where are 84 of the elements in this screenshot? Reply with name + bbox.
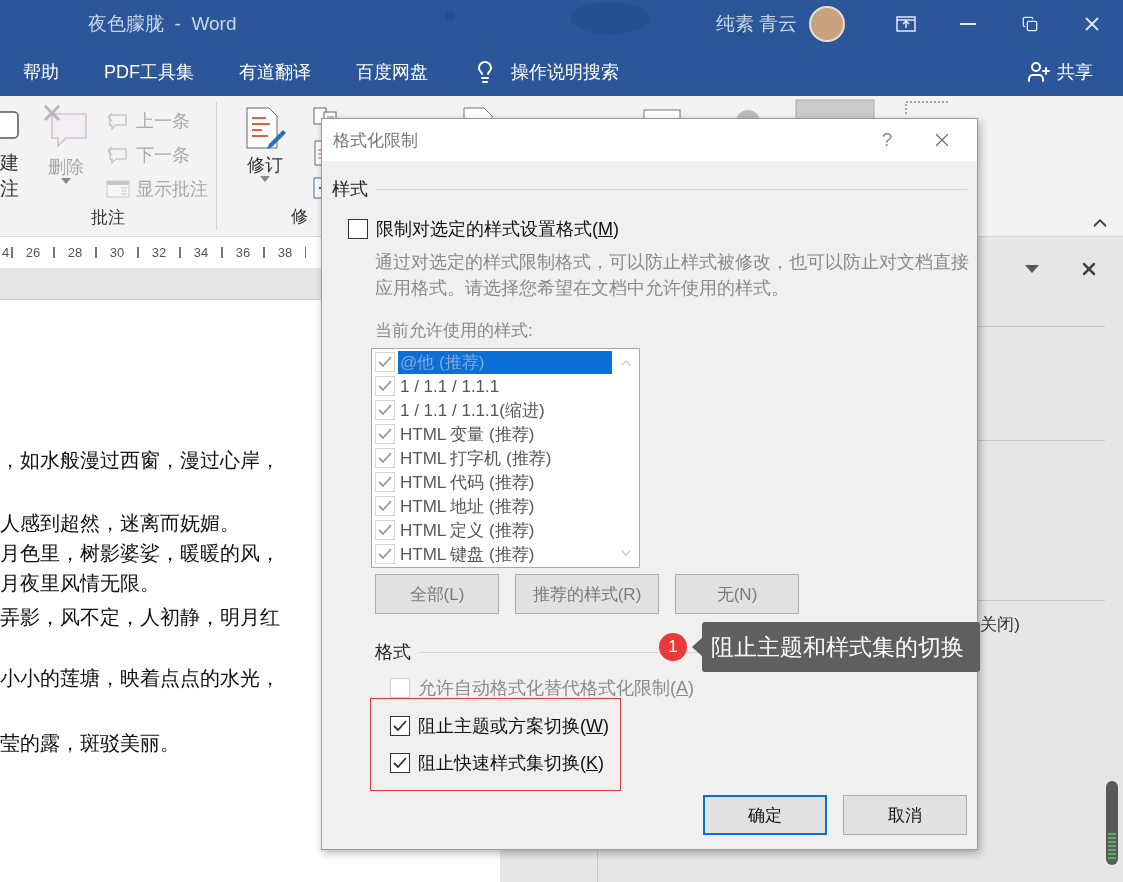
check-icon xyxy=(377,355,393,369)
person-plus-icon xyxy=(1027,60,1051,84)
tell-me-search[interactable]: 操作说明搜索 xyxy=(473,60,619,84)
checkbox[interactable] xyxy=(390,716,410,736)
style-item[interactable]: 1 / 1.1 / 1.1.1(缩进) xyxy=(398,398,612,422)
dialog-title: 格式化限制 xyxy=(333,129,418,152)
checkbox-label: 阻止主题或方案切换(W) xyxy=(418,715,609,738)
style-checkbox[interactable] xyxy=(375,544,395,564)
scrollbar-thumb-drawing[interactable] xyxy=(1105,780,1119,866)
style-checkbox[interactable] xyxy=(375,376,395,396)
document-text-line: 月夜里风情无限。 xyxy=(0,571,160,596)
menu-tab[interactable]: PDF工具集 xyxy=(104,60,194,84)
style-checkbox[interactable] xyxy=(375,448,395,468)
dropdown-caret-icon[interactable] xyxy=(1025,265,1039,273)
window-title: 夜色朦胧 - Word xyxy=(88,12,237,36)
style-item[interactable]: HTML 变量 (推荐) xyxy=(398,422,612,446)
check-icon xyxy=(377,547,393,561)
ruler-number: 36 xyxy=(222,247,264,258)
section-heading: 格式 xyxy=(375,641,411,664)
list-label: 当前允许使用的样式: xyxy=(375,320,534,342)
user-name: 纯素 青云 xyxy=(715,12,797,36)
style-item[interactable]: HTML 键盘 (推荐) xyxy=(398,542,612,566)
comment-arrow-icon xyxy=(106,145,130,165)
menu-tab[interactable]: 帮助 xyxy=(23,60,59,84)
style-checkbox[interactable] xyxy=(375,496,395,516)
caret-icon xyxy=(61,178,71,184)
ruler-number: 4 xyxy=(0,247,12,258)
ruler-number: 30 xyxy=(96,247,138,258)
group-label: 批注 xyxy=(91,207,125,229)
style-item[interactable]: HTML 打字机 (推荐) xyxy=(398,446,612,470)
minimize-icon xyxy=(960,23,976,25)
check-icon xyxy=(377,451,393,465)
ruler-number: 38 xyxy=(264,247,306,258)
new-comment-button[interactable]: 建 注 xyxy=(0,104,20,206)
caret-icon xyxy=(260,176,270,182)
panel-icon xyxy=(106,179,130,199)
check-icon xyxy=(377,427,393,441)
style-checkbox[interactable] xyxy=(375,400,395,420)
menu-tab[interactable]: 有道翻译 xyxy=(239,60,311,84)
document-text-line: 弄影，风不定，人初静，明月红 xyxy=(0,605,280,630)
check-icon xyxy=(377,499,393,513)
ok-button[interactable]: 确定 xyxy=(703,795,827,835)
document-text-line: 小小的莲塘，映着点点的水光， xyxy=(0,666,280,691)
check-icon xyxy=(392,719,408,733)
style-item[interactable]: 1 / 1.1 / 1.1.1 xyxy=(398,374,612,398)
style-checkbox[interactable] xyxy=(375,352,395,372)
style-checkbox[interactable] xyxy=(375,472,395,492)
style-item[interactable]: HTML 代码 (推荐) xyxy=(398,470,612,494)
style-item[interactable]: HTML 定义 (推荐) xyxy=(398,518,612,542)
section-heading: 样式 xyxy=(332,178,368,201)
style-checkbox[interactable] xyxy=(375,424,395,444)
style-checkbox[interactable] xyxy=(375,520,395,540)
avatar[interactable] xyxy=(809,6,845,42)
check-icon xyxy=(377,475,393,489)
pane-option-text: 关闭) xyxy=(980,614,1020,636)
document-text-line: 人感到超然，迷离而妩媚。 xyxy=(0,511,240,536)
checkbox-label: 阻止快速样式集切换(K) xyxy=(418,752,604,775)
comment-arrow-icon xyxy=(106,111,130,131)
checkbox-label: 限制对选定的样式设置格式(M) xyxy=(376,218,619,241)
document-text-line: 莹的露，斑驳美丽。 xyxy=(0,731,180,756)
style-item[interactable]: HTML 地址 (推荐) xyxy=(398,494,612,518)
document-text-line: ，如水般漫过西窗，漫过心岸， xyxy=(0,448,280,473)
check-icon xyxy=(377,379,393,393)
check-icon xyxy=(392,756,408,770)
ribbon-display-icon xyxy=(896,16,916,32)
ruler-number: 28 xyxy=(54,247,96,258)
ruler-number: 26 xyxy=(12,247,54,258)
restore-icon xyxy=(1022,16,1038,32)
track-changes-button[interactable]: 修订 xyxy=(243,104,287,205)
check-icon xyxy=(377,523,393,537)
cancel-button[interactable]: 取消 xyxy=(843,795,967,835)
ruler-number: 34 xyxy=(180,247,222,258)
description-text: 通过对选定的样式限制格式，可以防止样式被修改，也可以防止对文档直接应用格式。请选择您希望在文档中允许使用的样式。 xyxy=(375,251,970,300)
check-icon xyxy=(377,403,393,417)
menu-tab[interactable]: 百度网盘 xyxy=(356,60,428,84)
callout-tooltip: 阻止主题和样式集的切换 xyxy=(702,622,980,672)
group-label: 修 xyxy=(291,206,308,228)
checkbox-label: 允许自动格式化替代格式化限制(A) xyxy=(418,677,694,700)
checkbox[interactable] xyxy=(390,753,410,773)
document-text-line: 月色里，树影婆娑，暖暖的风， xyxy=(0,541,280,566)
help-button[interactable]: ? xyxy=(867,129,907,151)
checkbox[interactable] xyxy=(348,219,368,239)
share-button[interactable]: 共享 xyxy=(1027,60,1093,84)
ruler-number: 32 xyxy=(138,247,180,258)
